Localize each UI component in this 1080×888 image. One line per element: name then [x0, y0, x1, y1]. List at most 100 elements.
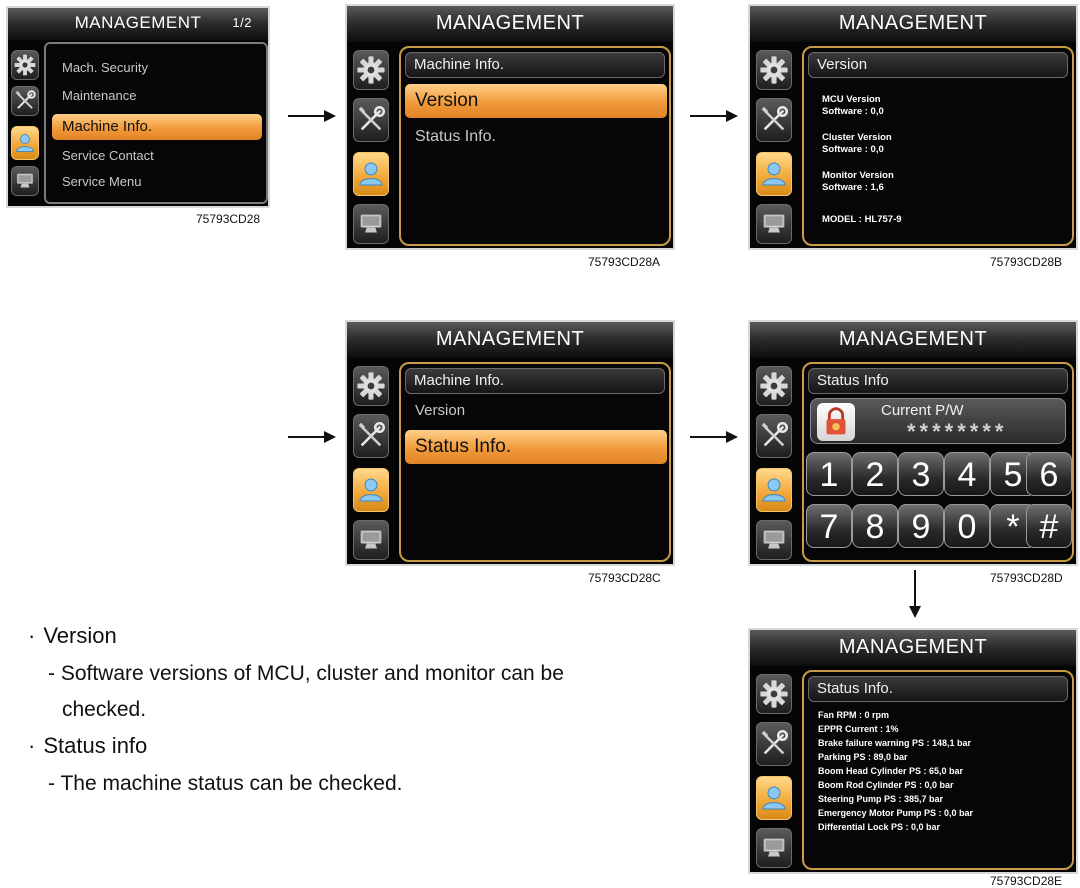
screen-title: MANAGEMENT — [435, 12, 585, 34]
screen-title-bar: MANAGEMENT — [750, 630, 1076, 666]
parking-ps-value: Parking PS : 89,0 bar — [818, 752, 908, 762]
screen-title-bar: MANAGEMENT — [347, 322, 673, 358]
status-info-panel: Status Info. Fan RPM : 0 rpm EPPR Curren… — [802, 670, 1074, 870]
menu-item-machine-info[interactable]: Machine Info. — [52, 114, 262, 140]
sidebar-monitor-icon[interactable] — [353, 520, 389, 560]
sidebar-tools-icon[interactable] — [11, 86, 39, 116]
screen-title: MANAGEMENT — [838, 636, 988, 658]
key-0[interactable]: 0 — [944, 504, 990, 548]
sidebar-tools-icon[interactable] — [756, 722, 792, 766]
version-heading: Version — [43, 623, 117, 648]
screen-title: MANAGEMENT — [74, 13, 202, 32]
key-8[interactable]: 8 — [852, 504, 898, 548]
key-hash[interactable]: # — [1026, 504, 1072, 548]
sidebar-monitor-icon[interactable] — [756, 204, 792, 244]
cluster-software-value: Software : 0,0 — [822, 144, 884, 155]
sidebar-user-icon[interactable] — [756, 468, 792, 512]
caption-75793CD28C: 75793CD28C — [588, 571, 661, 585]
password-mask: ******** — [907, 419, 1008, 444]
screen-title-bar: MANAGEMENT — [750, 6, 1076, 42]
lock-icon — [817, 403, 855, 441]
differential-lock-ps-value: Differential Lock PS : 0,0 bar — [818, 822, 941, 832]
boom-head-ps-value: Boom Head Cylinder PS : 65,0 bar — [818, 766, 964, 776]
sidebar-user-icon[interactable] — [353, 468, 389, 512]
screen-title: MANAGEMENT — [838, 12, 988, 34]
sidebar-gear-icon[interactable] — [11, 50, 39, 80]
key-1[interactable]: 1 — [806, 452, 852, 496]
bullet-dot: · — [28, 623, 36, 648]
sidebar-tools-icon[interactable] — [756, 98, 792, 142]
bullet-status-info: · Status info — [28, 733, 147, 759]
monitor-version-label: Monitor Version — [822, 170, 894, 181]
key-6[interactable]: 6 — [1026, 452, 1072, 496]
screen-title-bar: MANAGEMENT — [750, 322, 1076, 358]
caption-75793CD28D: 75793CD28D — [990, 571, 1063, 585]
arrow-right-icon — [288, 110, 336, 122]
caption-75793CD28: 75793CD28 — [196, 212, 261, 226]
sidebar-monitor-icon[interactable] — [756, 520, 792, 560]
bullet-version: · Version — [28, 623, 117, 649]
menu-item-mach-security[interactable]: Mach. Security — [52, 60, 148, 75]
menu-item-status-info[interactable]: Status Info. — [405, 128, 496, 146]
key-2[interactable]: 2 — [852, 452, 898, 496]
menu-panel: Mach. Security Maintenance Machine Info.… — [44, 42, 268, 204]
sidebar-tools-icon[interactable] — [353, 98, 389, 142]
boom-rod-ps-value: Boom Rod Cylinder PS : 0,0 bar — [818, 780, 954, 790]
sidebar-monitor-icon[interactable] — [353, 204, 389, 244]
screen-management-menu: MANAGEMENT 1/2 Mach. Security Maintenanc… — [6, 6, 270, 208]
screen-status-info: MANAGEMENT Status Info. Fan RPM : 0 rpm … — [748, 628, 1078, 874]
arrow-down-icon — [909, 570, 921, 618]
caption-75793CD28E: 75793CD28E — [990, 874, 1063, 888]
sidebar-gear-icon[interactable] — [756, 50, 792, 90]
screen-title: MANAGEMENT — [435, 328, 585, 350]
menu-item-status-info[interactable]: Status Info. — [405, 430, 667, 464]
menu-item-version[interactable]: Version — [405, 402, 465, 419]
menu-item-service-menu[interactable]: Service Menu — [52, 174, 141, 189]
machine-info-panel: Machine Info. Version Status Info. — [399, 362, 671, 562]
mcu-software-value: Software : 0,0 — [822, 106, 884, 117]
password-panel: Status Info Current P/W ******** 1 2 3 4… — [802, 362, 1074, 562]
sidebar-gear-icon[interactable] — [756, 366, 792, 406]
model-value: MODEL : HL757-9 — [822, 214, 902, 225]
screen-title-bar: MANAGEMENT — [347, 6, 673, 42]
sidebar-user-icon[interactable] — [353, 152, 389, 196]
page-indicator: 1/2 — [232, 15, 252, 30]
key-7[interactable]: 7 — [806, 504, 852, 548]
screen-title-bar: MANAGEMENT 1/2 — [8, 8, 268, 40]
sidebar-user-icon[interactable] — [756, 776, 792, 820]
arrow-right-icon — [690, 110, 738, 122]
bullet-dot: · — [28, 733, 36, 758]
key-3[interactable]: 3 — [898, 452, 944, 496]
status-info-heading: Status info — [43, 733, 148, 758]
panel-header: Status Info — [808, 368, 1068, 394]
panel-header: Version — [808, 52, 1068, 78]
key-4[interactable]: 4 — [944, 452, 990, 496]
password-label: Current P/W — [881, 402, 964, 419]
version-description-line-2: checked. — [62, 698, 147, 721]
version-description-line-1: - Software versions of MCU, cluster and … — [48, 662, 564, 685]
eppr-current-value: EPPR Current : 1% — [818, 724, 899, 734]
brake-failure-ps-value: Brake failure warning PS : 148,1 bar — [818, 738, 972, 748]
menu-item-service-contact[interactable]: Service Contact — [52, 148, 154, 163]
sidebar-tools-icon[interactable] — [353, 414, 389, 458]
sidebar-monitor-icon[interactable] — [11, 166, 39, 196]
version-panel: Version MCU Version Software : 0,0 Clust… — [802, 46, 1074, 246]
arrow-right-icon — [288, 431, 336, 443]
password-field[interactable]: Current P/W ******** — [810, 398, 1066, 444]
sidebar-gear-icon[interactable] — [756, 674, 792, 714]
caption-75793CD28A: 75793CD28A — [588, 255, 661, 269]
panel-header: Machine Info. — [405, 52, 665, 78]
menu-item-maintenance[interactable]: Maintenance — [52, 88, 136, 103]
mcu-version-label: MCU Version — [822, 94, 881, 105]
caption-75793CD28B: 75793CD28B — [990, 255, 1063, 269]
menu-item-version[interactable]: Version — [405, 84, 667, 118]
screen-version: MANAGEMENT Version MCU Version Software … — [748, 4, 1078, 250]
sidebar-user-icon[interactable] — [756, 152, 792, 196]
steering-pump-ps-value: Steering Pump PS : 385,7 bar — [818, 794, 944, 804]
sidebar-user-icon[interactable] — [11, 126, 39, 160]
sidebar-gear-icon[interactable] — [353, 366, 389, 406]
key-9[interactable]: 9 — [898, 504, 944, 548]
sidebar-gear-icon[interactable] — [353, 50, 389, 90]
sidebar-monitor-icon[interactable] — [756, 828, 792, 868]
sidebar-tools-icon[interactable] — [756, 414, 792, 458]
